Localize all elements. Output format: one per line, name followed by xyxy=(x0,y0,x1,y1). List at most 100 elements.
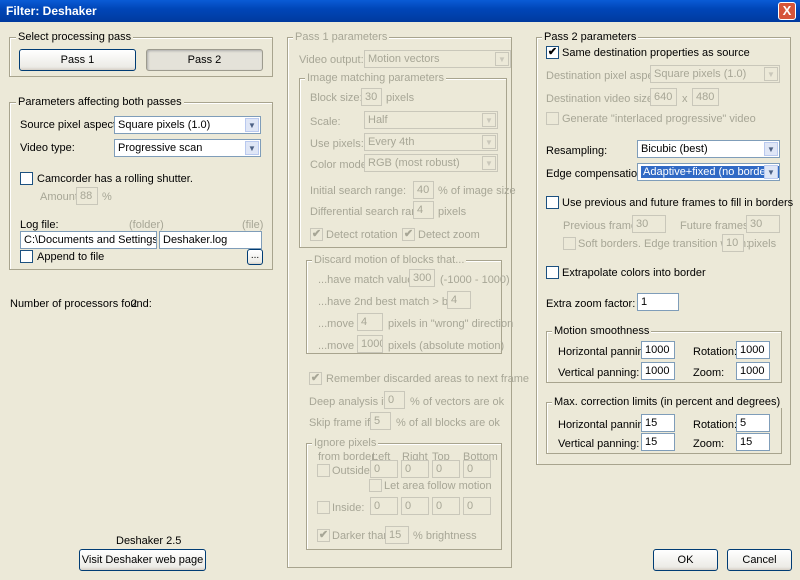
smooth-hpan-field[interactable]: 1000 xyxy=(641,341,675,359)
video-output-select[interactable]: Motion vectors ▼ xyxy=(364,50,511,68)
append-label: Append to file xyxy=(37,251,105,263)
edge-comp-label: Edge compensation: xyxy=(546,168,647,180)
scale-select[interactable]: Half ▼ xyxy=(364,111,498,129)
darker-than-unit: % brightness xyxy=(413,530,477,542)
inside-checkbox[interactable] xyxy=(317,501,330,514)
source-aspect-select[interactable]: Square pixels (1.0) ▼ xyxy=(114,116,261,134)
limits-rotation-field[interactable]: 5 xyxy=(736,414,770,432)
follow-motion-checkbox[interactable] xyxy=(369,479,382,492)
diff-range-unit: pixels xyxy=(438,206,467,218)
dest-size-x: x xyxy=(682,93,688,105)
outside-label: Outside: xyxy=(332,465,373,477)
smooth-zoom-label: Zoom: xyxy=(693,367,725,379)
outside-checkbox[interactable] xyxy=(317,464,330,477)
interlaced-label: Generate "interlaced progressive" video xyxy=(562,113,756,125)
block-size-field[interactable]: 30 xyxy=(361,88,382,106)
smooth-rotation-field[interactable]: 1000 xyxy=(736,341,770,359)
append-checkbox[interactable] xyxy=(20,250,33,263)
inside-left-field[interactable]: 0 xyxy=(370,497,398,515)
inside-right-field[interactable]: 0 xyxy=(401,497,429,515)
outside-top-field[interactable]: 0 xyxy=(432,460,460,478)
window-title: Filter: Deshaker xyxy=(6,4,97,18)
smoothness-legend: Motion smoothness xyxy=(552,325,652,337)
dest-aspect-select[interactable]: Square pixels (1.0) ▼ xyxy=(650,65,780,83)
limits-legend: Max. correction limits (in percent and d… xyxy=(552,396,783,408)
dest-aspect-label: Destination pixel aspect: xyxy=(546,70,666,82)
extrapolate-checkbox[interactable] xyxy=(546,266,559,279)
log-file-field[interactable]: Deshaker.log xyxy=(159,231,262,249)
close-button[interactable]: X xyxy=(778,2,796,20)
soft-borders-unit: pixels xyxy=(748,238,777,250)
darker-than-checkbox[interactable]: ✔ xyxy=(317,529,330,542)
block-size-unit: pixels xyxy=(386,92,415,104)
use-pixels-select[interactable]: Every 4th ▼ xyxy=(364,133,498,151)
smooth-vpan-field[interactable]: 1000 xyxy=(641,362,675,380)
detect-zoom-checkbox[interactable]: ✔ xyxy=(402,228,415,241)
dest-height-field[interactable]: 480 xyxy=(692,88,719,106)
visit-web-button[interactable]: Visit Deshaker web page xyxy=(79,549,206,571)
future-frames-label: Future frames: xyxy=(680,220,752,232)
detect-rotation-checkbox[interactable]: ✔ xyxy=(310,228,323,241)
limits-zoom-field[interactable]: 15 xyxy=(736,433,770,451)
ok-button[interactable]: OK xyxy=(653,549,718,571)
second-best-field[interactable]: 4 xyxy=(447,291,471,309)
resampling-select[interactable]: Bicubic (best) ▼ xyxy=(637,140,780,158)
deep-analysis-field[interactable]: 0 xyxy=(384,391,405,409)
extra-zoom-field[interactable]: 1 xyxy=(637,293,679,311)
log-file-label: Log file: xyxy=(20,219,59,231)
browse-button[interactable]: ... xyxy=(247,249,263,265)
outside-left-field[interactable]: 0 xyxy=(370,460,398,478)
resampling-label: Resampling: xyxy=(546,145,608,157)
video-type-select[interactable]: Progressive scan ▼ xyxy=(114,139,261,157)
inside-bottom-field[interactable]: 0 xyxy=(463,497,491,515)
diff-range-field[interactable]: 4 xyxy=(413,201,434,219)
move-abs-field[interactable]: 1000 xyxy=(357,335,383,353)
darker-than-field[interactable]: 15 xyxy=(385,526,409,544)
outside-bottom-field[interactable]: 0 xyxy=(463,460,491,478)
match-value-field[interactable]: 300 xyxy=(409,269,435,287)
prev-future-checkbox[interactable] xyxy=(546,196,559,209)
future-frames-field[interactable]: 30 xyxy=(746,215,780,233)
chevron-down-icon: ▼ xyxy=(764,142,778,156)
pass1-button[interactable]: Pass 1 xyxy=(19,49,136,71)
cancel-button[interactable]: Cancel xyxy=(727,549,792,571)
prev-future-label: Use previous and future frames to fill i… xyxy=(562,197,794,209)
edge-comp-select[interactable]: Adaptive+fixed (no borders) ▼ xyxy=(637,163,780,181)
limits-vpan-field[interactable]: 15 xyxy=(641,433,675,451)
extrapolate-label: Extrapolate colors into border xyxy=(562,267,706,279)
dest-width-field[interactable]: 640 xyxy=(650,88,677,106)
pass2-button[interactable]: Pass 2 xyxy=(146,49,263,71)
move-wrong-field[interactable]: 4 xyxy=(357,313,383,331)
interlaced-checkbox[interactable] xyxy=(546,112,559,125)
use-pixels-label: Use pixels: xyxy=(310,138,364,150)
smooth-zoom-field[interactable]: 1000 xyxy=(736,362,770,380)
file-hint: (file) xyxy=(242,219,264,231)
limits-hpan-field[interactable]: 15 xyxy=(641,414,675,432)
rolling-shutter-label: Camcorder has a rolling shutter. xyxy=(37,173,193,185)
processors-value: 2 xyxy=(131,298,138,310)
skip-frame-field[interactable]: 5 xyxy=(370,412,391,430)
prev-frames-field[interactable]: 30 xyxy=(632,215,666,233)
soft-borders-field[interactable]: 10 xyxy=(722,234,744,252)
inside-top-field[interactable]: 0 xyxy=(432,497,460,515)
select-pass-legend: Select processing pass xyxy=(16,31,134,43)
remember-discarded-checkbox[interactable]: ✔ xyxy=(309,372,322,385)
limits-vpan-label: Vertical panning: xyxy=(558,438,640,450)
ignore-pixels-legend: Ignore pixels xyxy=(312,437,379,449)
initial-range-label: Initial search range: xyxy=(310,185,406,197)
video-output-label: Video output: xyxy=(299,54,364,66)
rolling-shutter-checkbox[interactable] xyxy=(20,172,33,185)
color-mode-select[interactable]: RGB (most robust) ▼ xyxy=(364,154,498,172)
outside-right-field[interactable]: 0 xyxy=(401,460,429,478)
smooth-rotation-label: Rotation: xyxy=(693,346,738,358)
limits-rotation-label: Rotation: xyxy=(693,419,738,431)
limits-zoom-label: Zoom: xyxy=(693,438,725,450)
same-dest-checkbox[interactable]: ✔ xyxy=(546,46,559,59)
amount-field[interactable]: 88 xyxy=(76,187,98,205)
soft-borders-checkbox[interactable] xyxy=(563,237,576,250)
log-folder-field[interactable]: C:\Documents and Settings\Carl xyxy=(20,231,157,249)
move-abs-unit: pixels (absolute motion) xyxy=(388,340,505,352)
initial-range-unit: % of image size xyxy=(438,185,516,197)
initial-range-field[interactable]: 40 xyxy=(413,181,434,199)
scale-label: Scale: xyxy=(310,116,341,128)
